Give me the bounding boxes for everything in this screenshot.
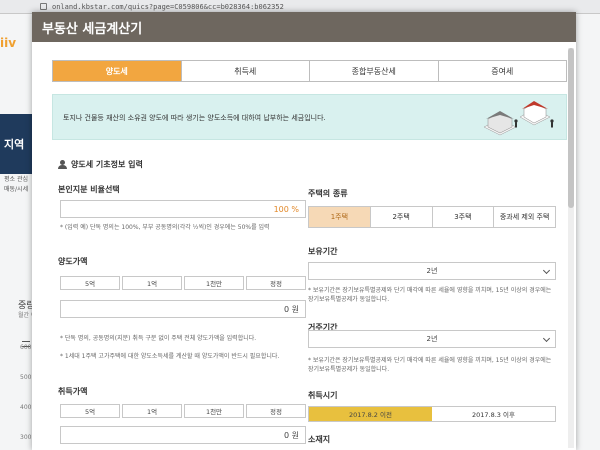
lock-icon: [40, 3, 47, 10]
residence-value: 2년: [426, 335, 438, 343]
houses-illustration: [483, 101, 554, 136]
residence-select[interactable]: 2년: [308, 330, 556, 348]
holding-select[interactable]: 2년: [308, 262, 556, 280]
acq-time-before[interactable]: 2017.8.2 이전: [309, 407, 432, 421]
sale-reset-button[interactable]: 정정: [246, 276, 306, 290]
person-icon: [58, 160, 67, 169]
holding-note: * 보유기간은 장기보유특별공제와 단기 매각에 따른 세율에 영향을 끼치며,…: [308, 287, 552, 303]
info-banner: 토지나 건물등 재산의 소유권 양도에 따라 생기는 양도소득에 대하여 납부하…: [52, 94, 567, 140]
tab-comprehensive-tax[interactable]: 종합부동산세: [310, 61, 439, 81]
background-axis-label: 400: [20, 404, 32, 411]
acq-add-10m-button[interactable]: 1천만: [184, 404, 244, 418]
holding-value: 2년: [426, 267, 438, 275]
house-type-excluded[interactable]: 중과세 제외 주택: [494, 207, 555, 227]
house-type-2[interactable]: 2주택: [370, 207, 433, 227]
ownership-note: * (입력 예) 단독 명의는 100%, 부부 공동명의(각각 ½씩)인 경우…: [60, 224, 270, 231]
residence-note: * 보유기간은 장기보유특별공제와 단기 매각에 따른 세율에 영향을 끼치며,…: [308, 357, 552, 373]
ownership-label: 본인지분 비율선택: [58, 185, 120, 194]
chevron-down-icon: [542, 266, 551, 275]
acq-reset-button[interactable]: 정정: [246, 404, 306, 418]
sale-add-100m-button[interactable]: 1억: [122, 276, 182, 290]
modal-header: 부동산 세금계산기: [32, 12, 576, 42]
holding-label: 보유기간: [308, 247, 338, 256]
modal-title: 부동산 세금계산기: [42, 21, 143, 37]
acq-add-100m-button[interactable]: 1억: [122, 404, 182, 418]
sale-price-note-2: * 1세대 1주택 고가주택에 대한 양도소득세를 계산할 때 양도가액이 반드…: [60, 353, 280, 360]
sale-price-input[interactable]: 0 원: [60, 300, 306, 318]
acq-price-input[interactable]: 0 원: [60, 426, 306, 444]
acq-price-buttons: 5억 1억 1천만 정정: [60, 404, 306, 418]
house-type-1[interactable]: 1주택: [309, 207, 371, 227]
url-text: onland.kbstar.com/quics?page=C059806&cc=…: [52, 2, 284, 11]
sale-price-note-1: * 단독 명의, 공동명의(지분) 취득 구분 없이 주택 전체 양도가액을 입…: [60, 335, 257, 342]
background-sub-1: 평소 관심: [4, 176, 28, 183]
ownership-input[interactable]: 100 %: [60, 200, 306, 218]
acq-time-after[interactable]: 2017.8.3 이후: [432, 407, 555, 421]
acq-add-500m-button[interactable]: 5억: [60, 404, 120, 418]
background-logo: iiv: [0, 36, 17, 50]
scrollbar[interactable]: [568, 48, 574, 448]
background-axis-label: 300: [20, 434, 32, 441]
section-title: 양도세 기초정보 입력: [58, 159, 143, 170]
sale-add-500m-button[interactable]: 5억: [60, 276, 120, 290]
tab-transfer-tax[interactable]: 양도세: [53, 61, 182, 81]
tab-acquisition-tax[interactable]: 취득세: [181, 61, 310, 81]
section-title-text: 양도세 기초정보 입력: [71, 160, 143, 169]
background-axis-label: 600: [20, 344, 32, 351]
background-sub-2: 매동/시세: [4, 186, 29, 193]
sale-price-buttons: 5억 1억 1천만 정정: [60, 276, 306, 290]
tab-gift-tax[interactable]: 증여세: [438, 61, 566, 81]
chevron-down-icon: [542, 334, 551, 343]
acq-time-label: 취득시기: [308, 391, 338, 400]
acq-price-label: 취득가액: [58, 387, 88, 396]
sale-price-label: 양도가액: [58, 257, 88, 266]
house-type-label: 주택의 종류: [308, 189, 348, 198]
tax-calculator-modal: 부동산 세금계산기 양도세 취득세 종합부동산세 증여세 토지나 건물등 재산의…: [32, 12, 576, 450]
background-region-title: 지역: [4, 138, 25, 151]
background-axis-label: 500: [20, 374, 32, 381]
house-type-3[interactable]: 3주택: [432, 207, 495, 227]
scrollbar-thumb[interactable]: [568, 48, 574, 208]
banner-text: 토지나 건물등 재산의 소유권 양도에 따라 생기는 양도소득에 대하여 납부하…: [63, 114, 326, 122]
location-label: 소재지: [308, 435, 331, 444]
tax-type-tabs: 양도세 취득세 종합부동산세 증여세: [52, 60, 567, 82]
house-type-selector: 1주택 2주택 3주택 중과세 제외 주택: [308, 206, 556, 228]
sale-add-10m-button[interactable]: 1천만: [184, 276, 244, 290]
acq-time-selector: 2017.8.2 이전 2017.8.3 이후: [308, 406, 556, 422]
